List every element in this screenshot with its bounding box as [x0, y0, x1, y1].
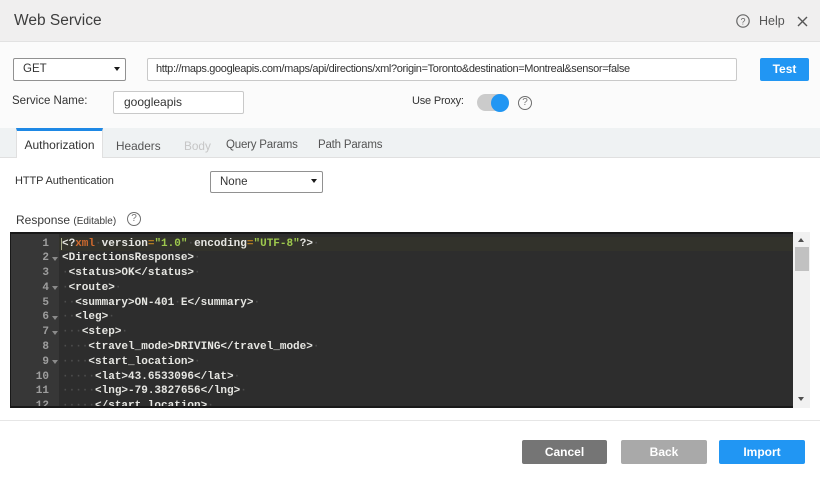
svg-text:?: ?: [740, 16, 745, 26]
